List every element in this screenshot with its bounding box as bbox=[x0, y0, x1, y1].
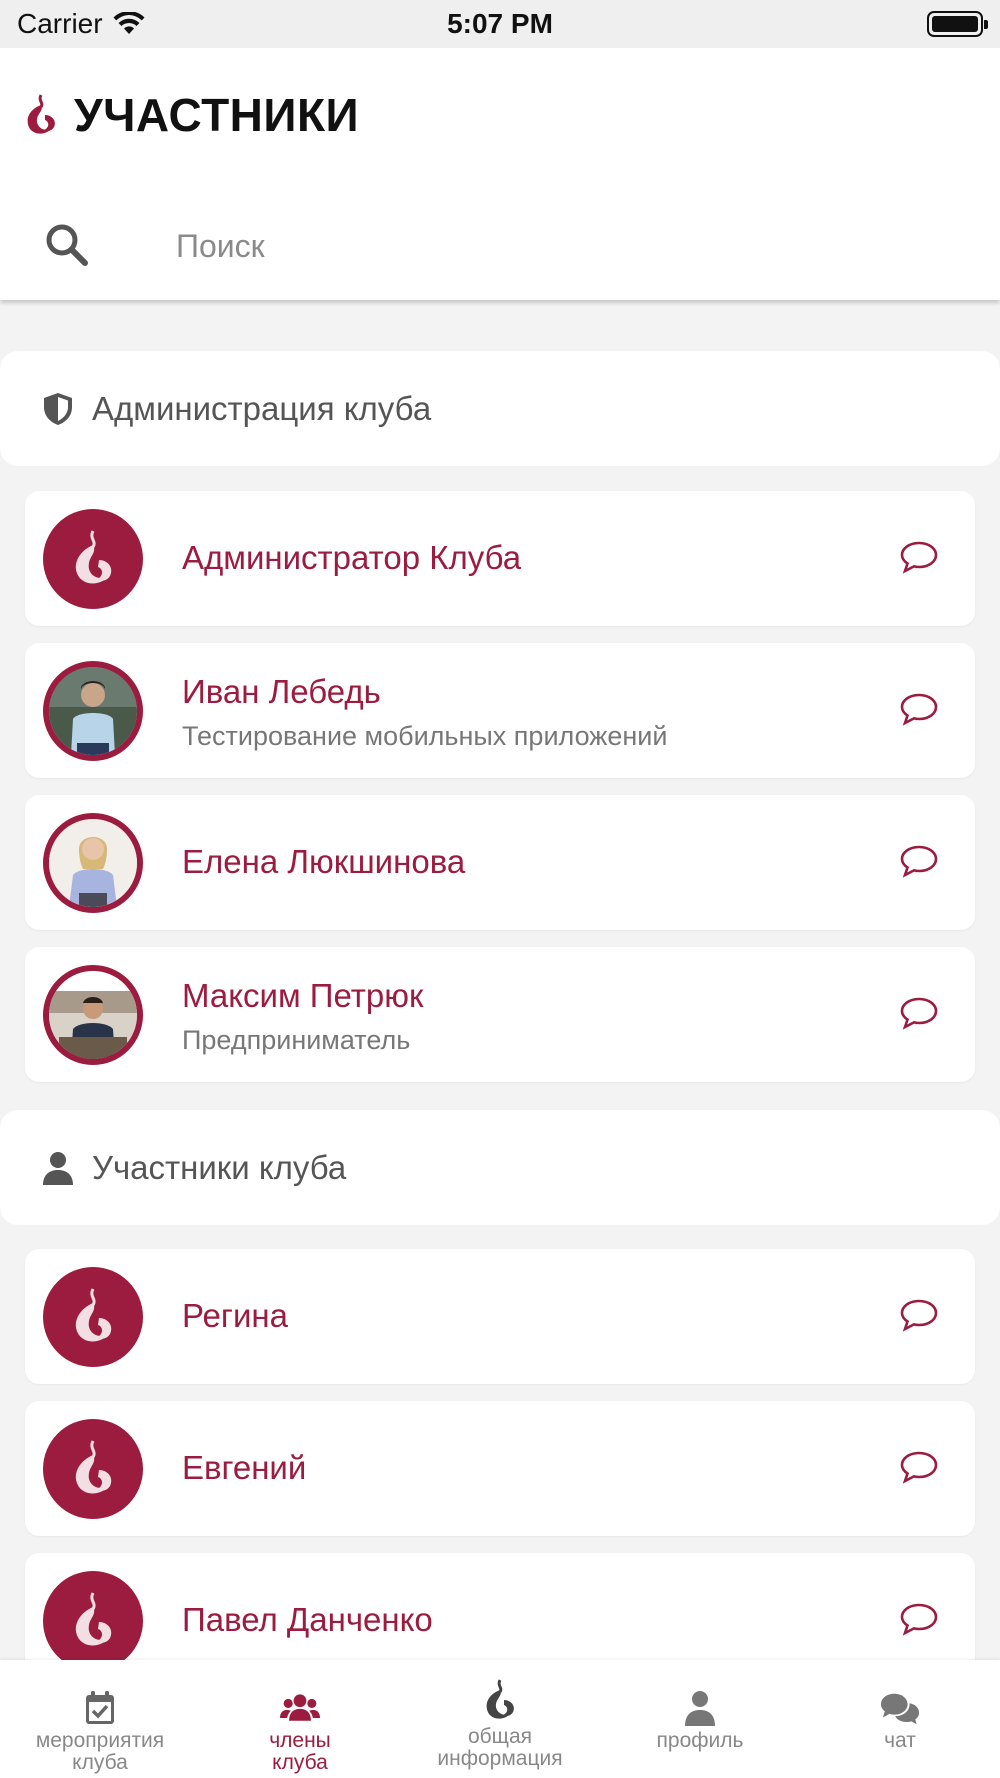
carrier-label: Carrier bbox=[17, 8, 103, 39]
tab-label: члены клуба bbox=[269, 1729, 331, 1774]
member-card[interactable]: Елена Люкшинова bbox=[25, 795, 975, 930]
club-logo-icon bbox=[27, 94, 55, 134]
message-icon[interactable] bbox=[899, 1297, 939, 1333]
tab-label: общая информация bbox=[437, 1725, 563, 1770]
tab-label: мероприятия клуба bbox=[35, 1729, 165, 1774]
status-time: 5:07 PM bbox=[447, 8, 553, 39]
search-bar bbox=[0, 206, 1000, 286]
message-icon[interactable] bbox=[899, 539, 939, 575]
member-card[interactable]: Иван Лебедь Тестирование мобильных прило… bbox=[25, 643, 975, 778]
avatar bbox=[43, 1571, 143, 1671]
message-icon[interactable] bbox=[899, 843, 939, 879]
avatar-photo bbox=[49, 971, 137, 1059]
section-title: Администрация клуба bbox=[92, 389, 432, 427]
tab-profile[interactable]: профиль bbox=[600, 1660, 800, 1778]
tab-label: чат bbox=[884, 1729, 916, 1752]
shield-icon bbox=[44, 392, 72, 425]
member-subtitle: Тестирование мобильных приложений bbox=[182, 721, 668, 751]
member-name: Елена Люкшинова bbox=[182, 843, 466, 880]
member-card[interactable]: Администратор Клуба bbox=[25, 491, 975, 626]
search-input[interactable] bbox=[176, 216, 956, 276]
tab-chat[interactable]: чат bbox=[800, 1660, 1000, 1778]
message-icon[interactable] bbox=[899, 1449, 939, 1485]
member-name: Максим Петрюк bbox=[182, 977, 424, 1014]
avatar-photo bbox=[49, 819, 137, 907]
member-name: Евгений bbox=[182, 1449, 307, 1486]
club-logo-icon bbox=[75, 1592, 112, 1646]
person-icon bbox=[43, 1151, 73, 1185]
avatar-photo bbox=[49, 667, 137, 755]
club-logo-icon bbox=[75, 530, 112, 584]
section-header-administration: Администрация клуба bbox=[0, 351, 1000, 466]
tab-bar: мероприятия клуба члены клуба общая инфо… bbox=[0, 1660, 1000, 1778]
member-name: Администратор Клуба bbox=[182, 539, 522, 576]
member-card[interactable]: Регина bbox=[25, 1249, 975, 1384]
member-subtitle: Предприниматель bbox=[182, 1025, 411, 1055]
tab-general-info[interactable]: общая информация bbox=[400, 1660, 600, 1778]
club-logo-icon bbox=[75, 1440, 112, 1494]
member-name: Павел Данченко bbox=[182, 1601, 433, 1638]
avatar bbox=[43, 965, 143, 1065]
search-icon[interactable] bbox=[42, 220, 92, 270]
wifi-icon bbox=[113, 12, 145, 34]
member-name: Иван Лебедь bbox=[182, 673, 381, 710]
page-header: УЧАСТНИКИ bbox=[0, 48, 1000, 300]
tab-events[interactable]: мероприятия клуба bbox=[0, 1660, 200, 1778]
calendar-check-icon bbox=[86, 1691, 114, 1724]
club-logo-icon bbox=[486, 1679, 514, 1719]
battery-icon bbox=[927, 11, 988, 37]
avatar bbox=[43, 1419, 143, 1519]
member-card[interactable]: Максим Петрюк Предприниматель bbox=[25, 947, 975, 1082]
tab-label: профиль bbox=[656, 1729, 744, 1752]
member-name: Регина bbox=[182, 1297, 288, 1334]
avatar bbox=[43, 813, 143, 913]
avatar bbox=[43, 509, 143, 609]
users-icon bbox=[280, 1694, 320, 1721]
message-icon[interactable] bbox=[899, 691, 939, 727]
member-card[interactable]: Евгений bbox=[25, 1401, 975, 1536]
person-icon bbox=[685, 1691, 715, 1726]
chat-bubbles-icon bbox=[880, 1693, 920, 1725]
section-title: Участники клуба bbox=[92, 1148, 347, 1186]
avatar bbox=[43, 1267, 143, 1367]
page-title: УЧАСТНИКИ bbox=[74, 89, 360, 141]
club-logo-icon bbox=[75, 1288, 112, 1342]
tab-members[interactable]: члены клуба bbox=[200, 1660, 400, 1778]
message-icon[interactable] bbox=[899, 1601, 939, 1637]
message-icon[interactable] bbox=[899, 995, 939, 1031]
section-header-members: Участники клуба bbox=[0, 1110, 1000, 1225]
status-bar: Carrier 5:07 PM bbox=[0, 0, 1000, 48]
avatar bbox=[43, 661, 143, 761]
